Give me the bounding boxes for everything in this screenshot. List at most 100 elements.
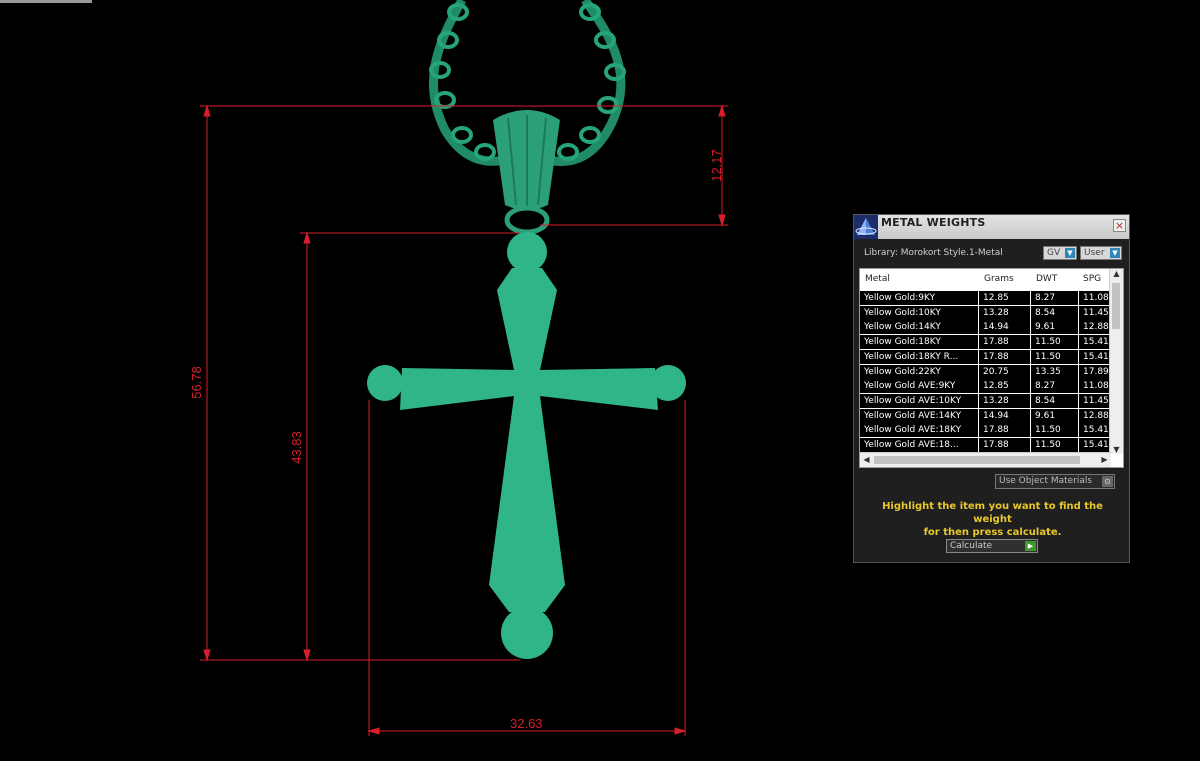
cell-metal: Yellow Gold AVE:18...	[860, 438, 979, 452]
panel-header[interactable]: METAL WEIGHTS ×	[854, 215, 1129, 239]
cell-grams: 12.85	[979, 291, 1031, 305]
table-row[interactable]: Yellow Gold:10KY 13.28 8.54 11.45	[860, 305, 1111, 320]
cell-grams: 17.88	[979, 438, 1031, 452]
gv-select[interactable]: GV ▼	[1043, 246, 1077, 260]
cell-grams: 12.85	[979, 379, 1031, 394]
cell-grams: 14.94	[979, 320, 1031, 335]
cell-spg: 11.45	[1079, 393, 1111, 408]
table-header: Metal Grams DWT SPG	[860, 269, 1111, 291]
horizontal-scrollbar[interactable]: ◀ ▶	[860, 452, 1111, 467]
cell-metal: Yellow Gold:14KY	[860, 320, 979, 335]
cell-metal: Yellow Gold:10KY	[860, 305, 979, 320]
table-row[interactable]: Yellow Gold:14KY 14.94 9.61 12.88	[860, 320, 1111, 335]
bail	[493, 110, 560, 235]
cross-pendant	[367, 232, 686, 659]
cell-spg: 15.41	[1079, 335, 1111, 350]
column-header-grams[interactable]: Grams	[984, 274, 1014, 284]
cell-dwt: 9.61	[1031, 320, 1079, 335]
total-height-label: 56.78	[188, 366, 204, 399]
cell-spg: 12.88	[1079, 408, 1111, 423]
cell-dwt: 8.54	[1031, 393, 1079, 408]
scroll-down-icon[interactable]: ▼	[1110, 445, 1123, 454]
metal-table[interactable]: Metal Grams DWT SPG Yellow Gold:9KY 12.85…	[859, 268, 1124, 468]
cell-grams: 17.88	[979, 423, 1031, 438]
cell-spg: 15.41	[1079, 438, 1111, 452]
user-select[interactable]: User ▼	[1080, 246, 1122, 260]
cell-spg: 15.41	[1079, 423, 1111, 438]
cell-dwt: 11.50	[1031, 423, 1079, 438]
cell-spg: 12.88	[1079, 320, 1111, 335]
gv-select-value: GV	[1047, 248, 1061, 258]
scroll-left-icon[interactable]: ◀	[860, 455, 873, 464]
table-row[interactable]: Yellow Gold:22KY 20.75 13.35 17.89	[860, 364, 1111, 379]
library-row: Library: Morokort Style.1-Metal GV ▼ Use…	[854, 244, 1129, 264]
cell-dwt: 8.54	[1031, 305, 1079, 320]
vertical-scroll-thumb[interactable]	[1112, 283, 1120, 329]
bail-height-label: 12.17	[708, 149, 724, 182]
cell-grams: 13.28	[979, 393, 1031, 408]
cell-spg: 17.89	[1079, 364, 1111, 379]
chevron-down-icon: ▼	[1065, 248, 1075, 258]
table-row[interactable]: Yellow Gold AVE:10KY 13.28 8.54 11.45	[860, 393, 1111, 408]
cell-grams: 17.88	[979, 335, 1031, 350]
table-row[interactable]: Yellow Gold AVE:18KY 17.88 11.50 15.41	[860, 423, 1111, 438]
instruction-text: Highlight the item you want to find the …	[864, 500, 1121, 539]
pyramid-logo-icon	[854, 215, 878, 239]
panel-title: METAL WEIGHTS	[881, 216, 986, 229]
cell-dwt: 8.27	[1031, 291, 1079, 305]
cell-grams: 17.88	[979, 349, 1031, 364]
library-label: Library: Morokort Style.1-Metal	[864, 248, 1003, 258]
play-arrow-icon: ▶	[1025, 541, 1036, 551]
cell-metal: Yellow Gold AVE:9KY	[860, 379, 979, 394]
cross-height-label: 43.83	[288, 431, 304, 464]
table-row[interactable]: Yellow Gold:9KY 12.85 8.27 11.08	[860, 291, 1111, 305]
calculate-button[interactable]: Calculate ▶	[946, 539, 1038, 553]
table-row[interactable]: Yellow Gold AVE:9KY 12.85 8.27 11.08	[860, 379, 1111, 394]
cell-spg: 11.08	[1079, 379, 1111, 394]
cell-grams: 20.75	[979, 364, 1031, 379]
cell-dwt: 11.50	[1031, 438, 1079, 452]
cell-metal: Yellow Gold AVE:10KY	[860, 393, 979, 408]
cell-dwt: 8.27	[1031, 379, 1079, 394]
close-icon[interactable]: ×	[1113, 219, 1126, 232]
instruction-line-2: for then press calculate.	[923, 527, 1062, 538]
cell-grams: 14.94	[979, 408, 1031, 423]
table-row[interactable]: Yellow Gold AVE:14KY 14.94 9.61 12.88	[860, 408, 1111, 423]
use-object-materials-button[interactable]: Use Object Materials ⊙	[995, 474, 1115, 489]
width-label: 32.63	[510, 716, 543, 731]
horizontal-scroll-thumb[interactable]	[874, 456, 1080, 464]
scroll-right-icon[interactable]: ▶	[1098, 455, 1111, 464]
chevron-down-icon: ▼	[1110, 248, 1120, 258]
use-object-materials-label: Use Object Materials	[999, 476, 1093, 486]
cell-metal: Yellow Gold:18KY	[860, 335, 979, 350]
column-header-dwt[interactable]: DWT	[1036, 274, 1057, 284]
cell-metal: Yellow Gold AVE:18KY	[860, 423, 979, 438]
cell-dwt: 11.50	[1031, 349, 1079, 364]
cell-grams: 13.28	[979, 305, 1031, 320]
cell-metal: Yellow Gold:9KY	[860, 291, 979, 305]
metal-weights-panel: METAL WEIGHTS × Library: Morokort Style.…	[853, 214, 1130, 563]
user-select-value: User	[1084, 248, 1105, 258]
instruction-line-1: Highlight the item you want to find the …	[882, 501, 1103, 525]
cell-dwt: 9.61	[1031, 408, 1079, 423]
option-icon: ⊙	[1102, 476, 1113, 487]
column-header-spg[interactable]: SPG	[1083, 274, 1101, 284]
chain-link	[451, 126, 473, 144]
cell-metal: Yellow Gold:22KY	[860, 364, 979, 379]
dimension-lines	[200, 104, 728, 736]
cell-spg: 15.41	[1079, 349, 1111, 364]
cell-dwt: 11.50	[1031, 335, 1079, 350]
cell-spg: 11.45	[1079, 305, 1111, 320]
cell-metal: Yellow Gold:18KY R...	[860, 349, 979, 364]
calculate-label: Calculate	[950, 541, 993, 551]
table-row[interactable]: Yellow Gold:18KY 17.88 11.50 15.41	[860, 335, 1111, 350]
table-row[interactable]: Yellow Gold AVE:18... 17.88 11.50 15.41	[860, 438, 1111, 452]
scroll-up-icon[interactable]: ▲	[1110, 269, 1123, 278]
column-header-metal[interactable]: Metal	[865, 274, 890, 284]
cell-spg: 11.08	[1079, 291, 1111, 305]
chain-link	[579, 126, 601, 144]
table-row[interactable]: Yellow Gold:18KY R... 17.88 11.50 15.41	[860, 349, 1111, 364]
vertical-scrollbar[interactable]: ▲ ▼	[1109, 269, 1123, 454]
cell-metal: Yellow Gold AVE:14KY	[860, 408, 979, 423]
cell-dwt: 13.35	[1031, 364, 1079, 379]
